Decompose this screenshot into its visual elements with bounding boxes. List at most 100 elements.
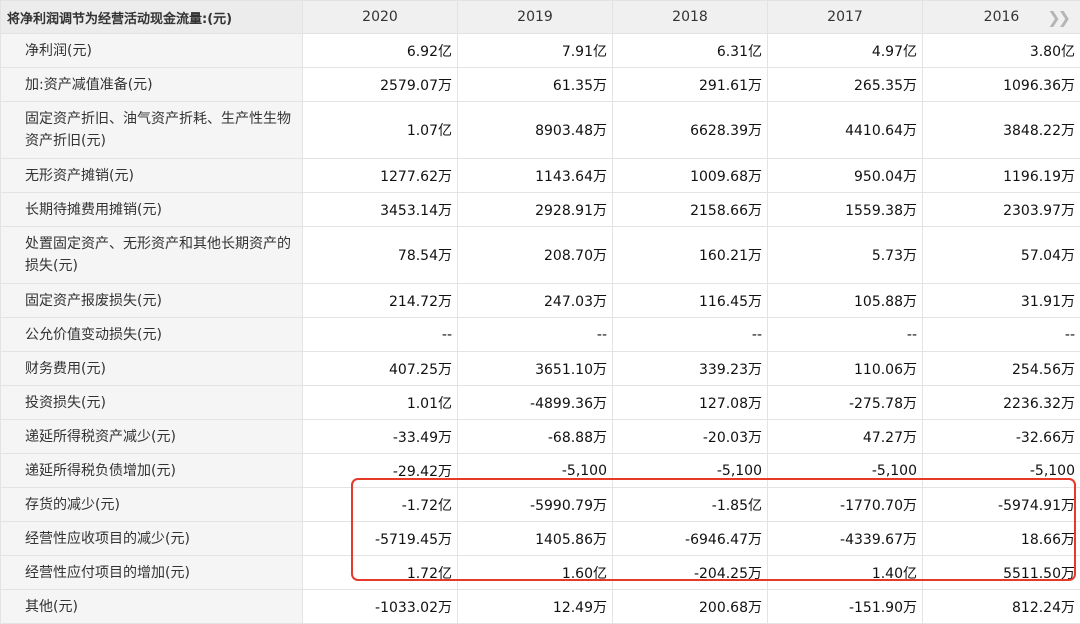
cell-2017: 5.73万 — [768, 227, 923, 284]
row-label: 净利润(元) — [1, 34, 303, 68]
cell-2017: -5,100 — [768, 454, 923, 488]
cell-2020: -1.72亿 — [303, 488, 458, 522]
cell-2017: 110.06万 — [768, 352, 923, 386]
cell-2016: 3848.22万 — [923, 102, 1080, 159]
table-body: 净利润(元)6.92亿7.91亿6.31亿4.97亿3.80亿加:资产减值准备(… — [1, 34, 1080, 624]
table-row: 无形资产摊销(元)1277.62万1143.64万1009.68万950.04万… — [1, 159, 1080, 193]
row-label: 递延所得税资产减少(元) — [1, 420, 303, 454]
cell-2018: -204.25万 — [613, 556, 768, 590]
cell-2016: -5,100 — [923, 454, 1080, 488]
cell-2016: -32.66万 — [923, 420, 1080, 454]
cell-2018: -20.03万 — [613, 420, 768, 454]
table-row: 加:资产减值准备(元)2579.07万61.35万291.61万265.35万1… — [1, 68, 1080, 102]
row-label: 处置固定资产、无形资产和其他长期资产的损失(元) — [1, 227, 303, 284]
cell-2017: 265.35万 — [768, 68, 923, 102]
cell-2017: 1559.38万 — [768, 193, 923, 227]
cashflow-reconciliation-panel: 将净利润调节为经营活动现金流量:(元) 2020 2019 2018 2017 … — [0, 0, 1080, 610]
cell-2017: 4410.64万 — [768, 102, 923, 159]
row-label: 加:资产减值准备(元) — [1, 68, 303, 102]
cell-2019: -5990.79万 — [458, 488, 613, 522]
cell-2020: 1.72亿 — [303, 556, 458, 590]
cell-2018: 160.21万 — [613, 227, 768, 284]
row-label: 投资损失(元) — [1, 386, 303, 420]
cell-2019: 1.60亿 — [458, 556, 613, 590]
cell-2018: 291.61万 — [613, 68, 768, 102]
cell-2020: 78.54万 — [303, 227, 458, 284]
cell-2018: -- — [613, 318, 768, 352]
cell-2016: 1096.36万 — [923, 68, 1080, 102]
cell-2019: 61.35万 — [458, 68, 613, 102]
cell-2016: 5511.50万 — [923, 556, 1080, 590]
cell-2017: 950.04万 — [768, 159, 923, 193]
cell-2017: -151.90万 — [768, 590, 923, 624]
double-chevron-right-icon[interactable]: ❯❯ — [1047, 8, 1068, 27]
row-label: 无形资产摊销(元) — [1, 159, 303, 193]
table-header-row: 将净利润调节为经营活动现金流量:(元) 2020 2019 2018 2017 … — [1, 1, 1080, 34]
table-header-label: 将净利润调节为经营活动现金流量:(元) — [1, 1, 303, 34]
cell-2019: 3651.10万 — [458, 352, 613, 386]
cell-2020: 6.92亿 — [303, 34, 458, 68]
table-row: 公允价值变动损失(元)---------- — [1, 318, 1080, 352]
cell-2020: -29.42万 — [303, 454, 458, 488]
table-row: 处置固定资产、无形资产和其他长期资产的损失(元)78.54万208.70万160… — [1, 227, 1080, 284]
year-header-2018: 2018 — [613, 1, 768, 34]
cell-2016: 1196.19万 — [923, 159, 1080, 193]
table-row: 净利润(元)6.92亿7.91亿6.31亿4.97亿3.80亿 — [1, 34, 1080, 68]
cell-2018: -6946.47万 — [613, 522, 768, 556]
row-label: 存货的减少(元) — [1, 488, 303, 522]
row-label: 递延所得税负债增加(元) — [1, 454, 303, 488]
cell-2019: 8903.48万 — [458, 102, 613, 159]
cell-2018: 1009.68万 — [613, 159, 768, 193]
year-header-2017: 2017 — [768, 1, 923, 34]
cell-2020: 3453.14万 — [303, 193, 458, 227]
cell-2016: -5974.91万 — [923, 488, 1080, 522]
cell-2018: 116.45万 — [613, 284, 768, 318]
cell-2017: -275.78万 — [768, 386, 923, 420]
cell-2020: 1.01亿 — [303, 386, 458, 420]
cell-2016: -- — [923, 318, 1080, 352]
row-label: 财务费用(元) — [1, 352, 303, 386]
table-row: 其他(元)-1033.02万12.49万200.68万-151.90万812.2… — [1, 590, 1080, 624]
cell-2016: 18.66万 — [923, 522, 1080, 556]
table-row: 递延所得税负债增加(元)-29.42万-5,100-5,100-5,100-5,… — [1, 454, 1080, 488]
cell-2019: 208.70万 — [458, 227, 613, 284]
cell-2019: -4899.36万 — [458, 386, 613, 420]
cell-2019: -5,100 — [458, 454, 613, 488]
year-header-2016-label: 2016 — [984, 9, 1020, 25]
cell-2019: -68.88万 — [458, 420, 613, 454]
cell-2019: 12.49万 — [458, 590, 613, 624]
row-label: 经营性应收项目的减少(元) — [1, 522, 303, 556]
row-label: 长期待摊费用摊销(元) — [1, 193, 303, 227]
cell-2018: 200.68万 — [613, 590, 768, 624]
cell-2019: 7.91亿 — [458, 34, 613, 68]
cell-2020: 2579.07万 — [303, 68, 458, 102]
table-row: 存货的减少(元)-1.72亿-5990.79万-1.85亿-1770.70万-5… — [1, 488, 1080, 522]
cell-2019: 1405.86万 — [458, 522, 613, 556]
cell-2018: -1.85亿 — [613, 488, 768, 522]
cell-2016: 31.91万 — [923, 284, 1080, 318]
cell-2020: -1033.02万 — [303, 590, 458, 624]
cell-2018: 127.08万 — [613, 386, 768, 420]
cell-2017: 105.88万 — [768, 284, 923, 318]
cashflow-table: 将净利润调节为经营活动现金流量:(元) 2020 2019 2018 2017 … — [0, 0, 1080, 624]
table-row: 经营性应付项目的增加(元)1.72亿1.60亿-204.25万1.40亿5511… — [1, 556, 1080, 590]
cell-2020: 214.72万 — [303, 284, 458, 318]
cell-2018: 6.31亿 — [613, 34, 768, 68]
table-row: 财务费用(元)407.25万3651.10万339.23万110.06万254.… — [1, 352, 1080, 386]
cell-2016: 254.56万 — [923, 352, 1080, 386]
cell-2017: 47.27万 — [768, 420, 923, 454]
cell-2017: -4339.67万 — [768, 522, 923, 556]
cell-2020: -5719.45万 — [303, 522, 458, 556]
table-row: 固定资产折旧、油气资产折耗、生产性生物资产折旧(元)1.07亿8903.48万6… — [1, 102, 1080, 159]
cell-2019: 1143.64万 — [458, 159, 613, 193]
cell-2020: -- — [303, 318, 458, 352]
row-label: 经营性应付项目的增加(元) — [1, 556, 303, 590]
table-row: 投资损失(元)1.01亿-4899.36万127.08万-275.78万2236… — [1, 386, 1080, 420]
cell-2018: -5,100 — [613, 454, 768, 488]
year-header-2016: 2016 ❯❯ — [923, 1, 1080, 34]
table-row: 递延所得税资产减少(元)-33.49万-68.88万-20.03万47.27万-… — [1, 420, 1080, 454]
table-row: 长期待摊费用摊销(元)3453.14万2928.91万2158.66万1559.… — [1, 193, 1080, 227]
cell-2016: 2303.97万 — [923, 193, 1080, 227]
cell-2018: 6628.39万 — [613, 102, 768, 159]
cell-2017: -1770.70万 — [768, 488, 923, 522]
